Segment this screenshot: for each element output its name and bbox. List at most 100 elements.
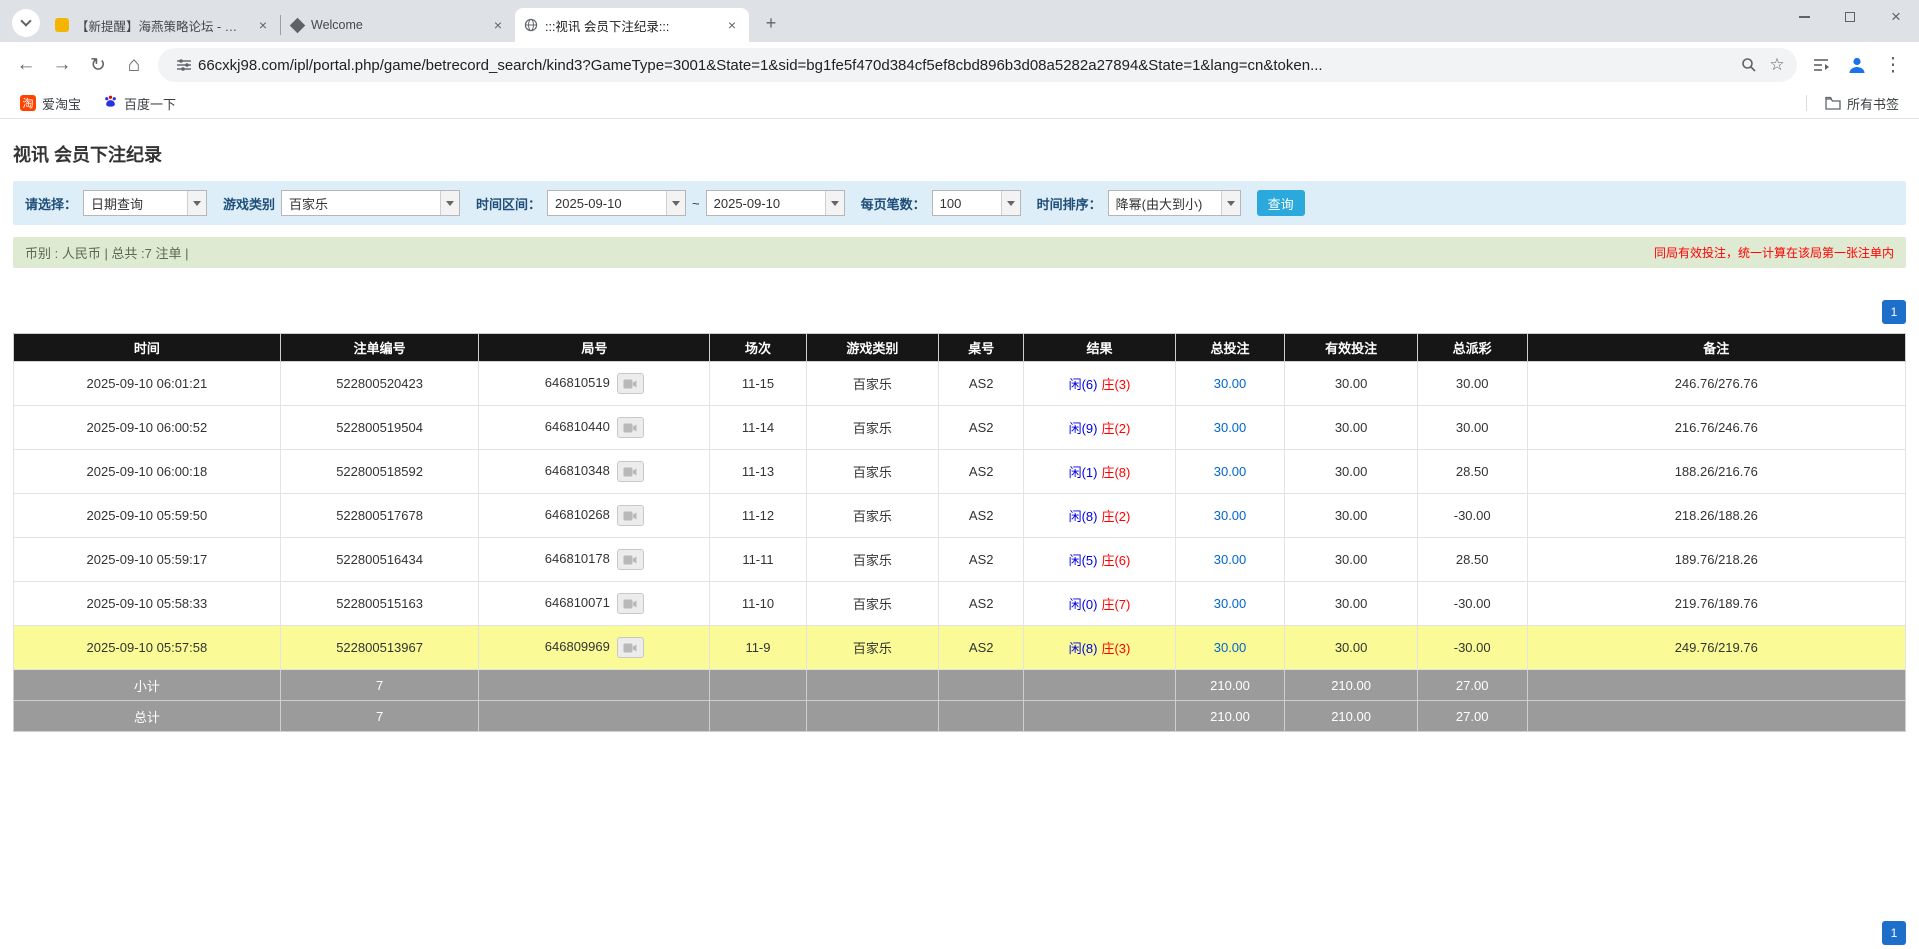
query-type-input[interactable] (84, 191, 187, 215)
result-player: 闲(1) (1069, 465, 1098, 480)
table-row: 2025-09-10 06:01:21 522800520423 6468105… (14, 362, 1906, 406)
close-icon: × (259, 17, 267, 33)
cell-round: 646810268 (479, 494, 710, 538)
bookmarks-divider (1806, 95, 1807, 111)
taobao-icon: 淘 (20, 95, 36, 111)
back-button[interactable]: ← (8, 47, 44, 83)
cell-round: 646810071 (479, 582, 710, 626)
bookmark-item-taobao[interactable]: 淘 爱淘宝 (14, 91, 87, 115)
cell-result: 闲(1)庄(8) (1024, 450, 1175, 494)
result-banker: 庄(3) (1101, 641, 1130, 656)
filter-label-date-range: 时间区间： (476, 194, 541, 213)
search-button[interactable]: 查询 (1257, 190, 1305, 216)
bookmark-item-baidu[interactable]: 百度一下 (97, 91, 182, 115)
game-type-input[interactable] (282, 191, 440, 215)
cell-payout: -30.00 (1417, 494, 1527, 538)
cell-table-no: AS2 (939, 406, 1024, 450)
browser-toolbar: ← → ↻ ⌂ 66cxkj98.com/ipl/portal.php/game… (0, 42, 1919, 88)
dropdown-arrow-icon (672, 201, 680, 210)
page-content: 视讯 会员下注纪录 请选择： 游戏类别 时间区间： ~ (0, 141, 1919, 732)
video-replay-button[interactable] (617, 637, 644, 658)
cell-time: 2025-09-10 06:00:18 (14, 450, 281, 494)
total-bet-link[interactable]: 30.00 (1214, 552, 1247, 567)
address-bar[interactable]: 66cxkj98.com/ipl/portal.php/game/betreco… (158, 48, 1797, 82)
summary-bar: 币别 : 人民币 | 总共 :7 注单 | 同局有效投注，统一计算在该局第一张注… (13, 237, 1906, 268)
cell-note: 246.76/276.76 (1527, 362, 1905, 406)
media-controls-button[interactable] (1803, 47, 1839, 83)
profile-icon (1846, 54, 1868, 76)
header-table-no: 桌号 (939, 334, 1024, 362)
video-camera-icon (623, 555, 637, 565)
date-from-dropdown-button[interactable] (666, 191, 685, 215)
cell-payout: 30.00 (1417, 362, 1527, 406)
query-type-dropdown-button[interactable] (187, 191, 206, 215)
subtotal-label: 小计 (14, 670, 281, 701)
cell-round: 646810348 (479, 450, 710, 494)
header-round: 局号 (479, 334, 710, 362)
sort-order-input[interactable] (1109, 191, 1221, 215)
browser-tab-welcome[interactable]: Welcome × (281, 8, 515, 42)
cell-game-type: 百家乐 (806, 538, 938, 582)
total-bet-link[interactable]: 30.00 (1214, 420, 1247, 435)
date-to-dropdown-button[interactable] (825, 191, 844, 215)
sort-order-dropdown-button[interactable] (1221, 191, 1240, 215)
window-maximize-button[interactable] (1827, 0, 1873, 34)
cell-valid-bet: 30.00 (1285, 538, 1417, 582)
maximize-icon (1845, 12, 1855, 22)
video-camera-icon (623, 379, 637, 389)
browser-tab-forum[interactable]: 【新提醒】海燕策略论坛 - 综合 × (46, 8, 280, 42)
window-close-button[interactable]: × (1873, 0, 1919, 34)
profile-button[interactable] (1839, 47, 1875, 83)
menu-button[interactable]: ⋮ (1875, 47, 1911, 83)
dropdown-arrow-icon (831, 201, 839, 210)
media-icon (1812, 56, 1830, 74)
video-replay-button[interactable] (617, 373, 644, 394)
refresh-button[interactable]: ↻ (80, 47, 116, 83)
tab-strip: 【新提醒】海燕策略论坛 - 综合 × Welcome × :::视讯 会员下注纪… (0, 0, 1919, 42)
all-bookmarks-button[interactable]: 所有书签 (1819, 91, 1905, 115)
video-replay-button[interactable] (617, 593, 644, 614)
url-text[interactable]: 66cxkj98.com/ipl/portal.php/game/betreco… (198, 57, 1735, 74)
total-bet-link[interactable]: 30.00 (1214, 596, 1247, 611)
tab-close-button[interactable]: × (723, 16, 741, 34)
forward-button[interactable]: → (44, 47, 80, 83)
video-replay-button[interactable] (617, 505, 644, 526)
window-minimize-button[interactable] (1781, 0, 1827, 34)
page-size-dropdown-button[interactable] (1001, 191, 1020, 215)
cell-note: 219.76/189.76 (1527, 582, 1905, 626)
date-range-separator: ~ (692, 196, 700, 211)
round-number: 646810348 (545, 463, 610, 478)
browser-tab-betrecord[interactable]: :::视讯 会员下注纪录::: × (515, 8, 749, 42)
tab-title: Welcome (311, 18, 483, 32)
cell-session: 11-13 (710, 450, 806, 494)
tab-search-button[interactable] (12, 9, 40, 37)
date-to-input[interactable] (707, 191, 825, 215)
total-row: 总计 7 210.00 210.00 27.00 (14, 701, 1906, 732)
forum-tab-favicon (55, 18, 69, 32)
total-bet-link[interactable]: 30.00 (1214, 464, 1247, 479)
zoom-button[interactable] (1735, 51, 1763, 79)
bookmark-star-button[interactable]: ☆ (1763, 51, 1791, 79)
table-row: 2025-09-10 05:59:17 522800516434 6468101… (14, 538, 1906, 582)
result-player: 闲(8) (1069, 509, 1098, 524)
page-button-1[interactable]: 1 (1882, 300, 1906, 324)
cell-round: 646810178 (479, 538, 710, 582)
video-replay-button[interactable] (617, 461, 644, 482)
tab-close-button[interactable]: × (254, 16, 272, 34)
total-bet-link[interactable]: 30.00 (1214, 508, 1247, 523)
tab-close-button[interactable]: × (489, 16, 507, 34)
game-type-dropdown-button[interactable] (440, 191, 459, 215)
new-tab-button[interactable]: + (757, 9, 785, 37)
home-button[interactable]: ⌂ (116, 47, 152, 83)
cell-note: 189.76/218.26 (1527, 538, 1905, 582)
header-session: 场次 (710, 334, 806, 362)
total-bet-link[interactable]: 30.00 (1214, 640, 1247, 655)
video-replay-button[interactable] (617, 417, 644, 438)
bookmark-label: 百度一下 (124, 94, 176, 113)
result-banker: 庄(8) (1101, 465, 1130, 480)
date-from-input[interactable] (548, 191, 666, 215)
video-replay-button[interactable] (617, 549, 644, 570)
page-size-input[interactable] (933, 191, 1001, 215)
total-bet-link[interactable]: 30.00 (1214, 376, 1247, 391)
page-button-1[interactable]: 1 (1882, 921, 1906, 945)
